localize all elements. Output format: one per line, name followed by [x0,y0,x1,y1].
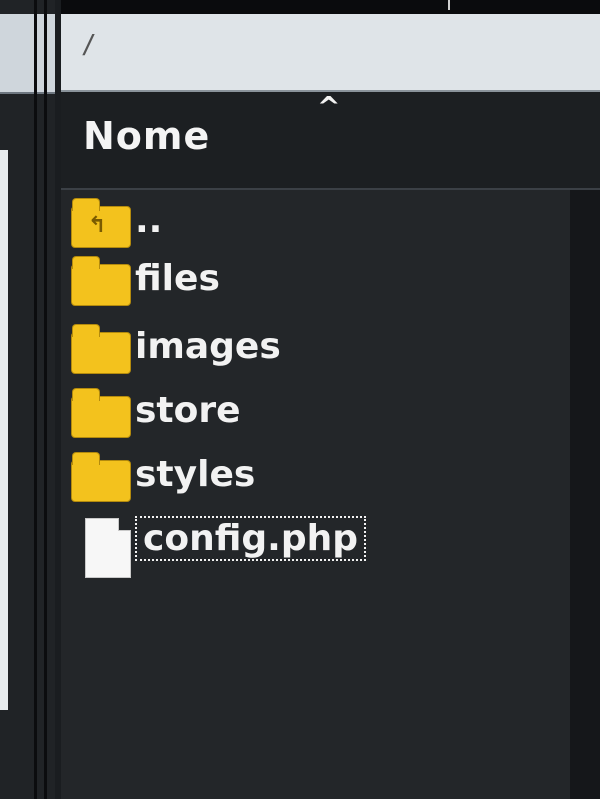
sort-ascending-icon[interactable]: ^ [317,90,340,123]
list-item-parent[interactable]: ↰ .. [71,198,551,254]
divider [44,0,47,799]
list-item-label: styles [135,454,256,495]
list-item-label: .. [135,200,163,241]
list-item-label: files [135,258,220,299]
list-item-label: store [135,390,241,431]
column-header-name[interactable]: Nome [83,114,210,158]
path-input[interactable]: / [61,14,600,92]
scrollbar[interactable] [570,190,600,799]
path-text: / [81,30,97,60]
file-icon [85,518,131,578]
list-item-styles[interactable]: styles [71,452,551,508]
folder-icon [71,256,131,306]
top-bar [0,0,600,14]
list-item-images[interactable]: images [71,324,551,380]
folder-icon [71,324,131,374]
divider [0,92,60,94]
left-panel [0,0,60,799]
left-panel-header [0,14,60,94]
list-item-config[interactable]: config.php [71,516,551,578]
list-item-label: images [135,326,281,367]
column-header[interactable]: ^ Nome [61,90,600,190]
file-list[interactable]: ↰ .. files images store styles config.ph… [61,190,570,799]
folder-icon [71,388,131,438]
list-item-files[interactable]: files [71,256,551,312]
divider [448,0,450,10]
folder-icon [71,452,131,502]
list-item-label: config.php [135,516,366,561]
left-panel-list[interactable] [0,150,8,710]
list-item-store[interactable]: store [71,388,551,444]
folder-up-icon: ↰ [71,198,131,248]
divider [34,0,37,799]
